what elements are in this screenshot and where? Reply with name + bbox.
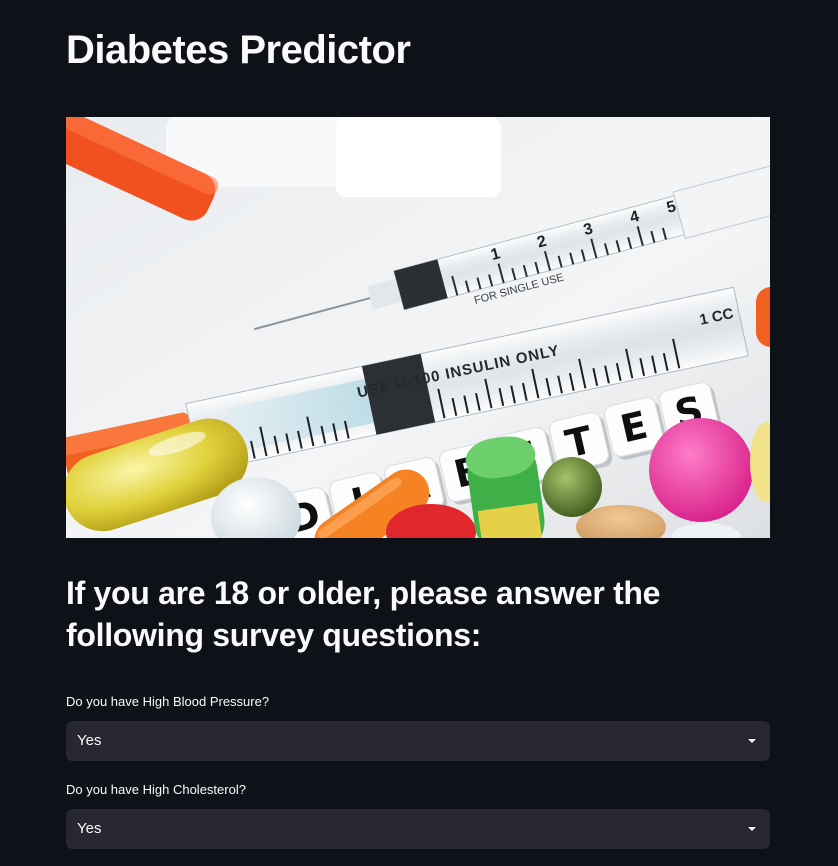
hero-image: 1 2 3 4 5 FOR SINGLE USE USE U-100 INSUL… [66, 117, 770, 538]
select-value: Yes [77, 732, 102, 749]
page-title: Diabetes Predictor [66, 28, 411, 72]
survey-subheader: If you are 18 or older, please answer th… [66, 575, 661, 653]
question-label-high-blood-pressure: Do you have High Blood Pressure? [66, 694, 270, 709]
high-blood-pressure-select[interactable]: Yes [66, 721, 770, 761]
caret-down-icon [748, 827, 756, 831]
high-cholesterol-select[interactable]: Yes [66, 809, 770, 849]
caret-down-icon [748, 739, 756, 743]
select-value: Yes [77, 820, 102, 837]
question-label-high-cholesterol: Do you have High Cholesterol? [66, 782, 246, 797]
